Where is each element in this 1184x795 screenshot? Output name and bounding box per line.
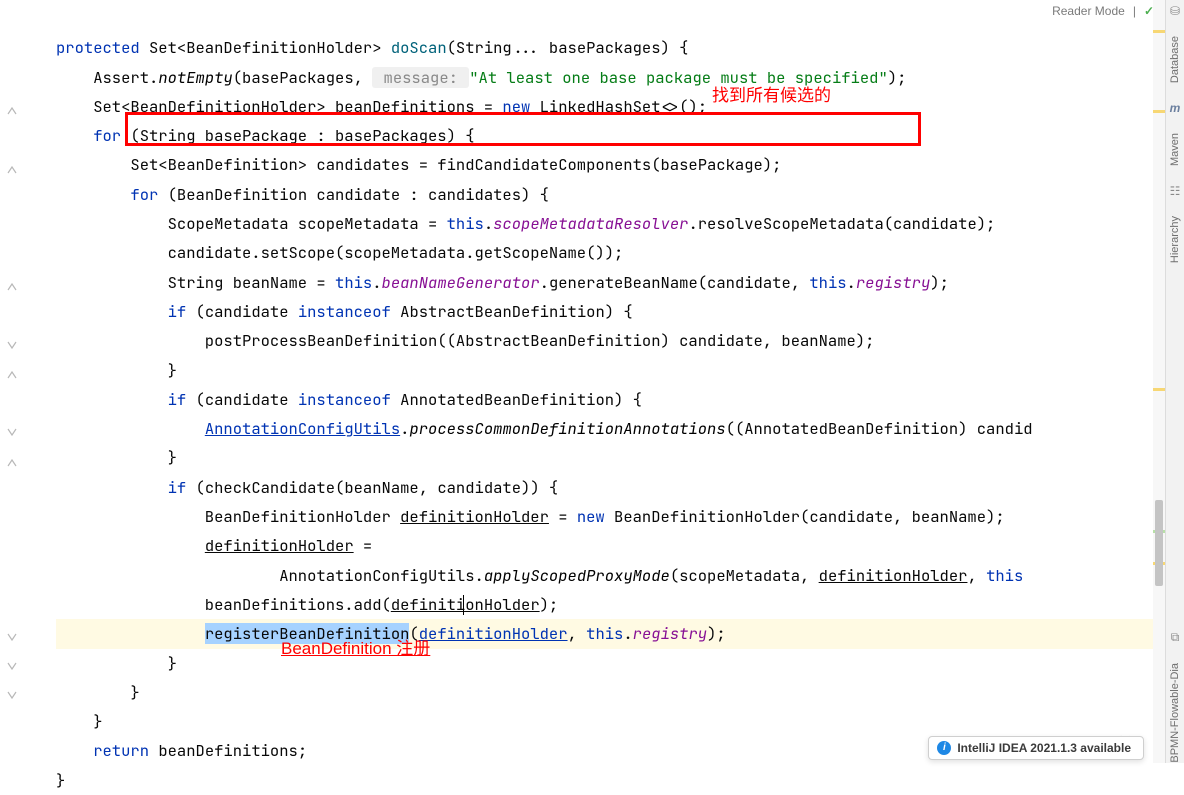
tab-bpmn[interactable]: BPMN-Flowable-Dia	[1169, 663, 1181, 763]
fold-icon[interactable]	[5, 101, 19, 115]
editor-gutter	[0, 0, 28, 763]
kw-protected: protected	[56, 37, 140, 58]
tab-maven[interactable]: Maven	[1169, 133, 1181, 166]
fold-icon[interactable]	[5, 453, 19, 467]
database-icon[interactable]: ⛁	[1168, 4, 1182, 18]
info-icon: i	[937, 741, 951, 755]
fold-icon[interactable]	[5, 657, 19, 671]
hierarchy-icon[interactable]: ☷	[1168, 184, 1182, 198]
current-line: registerBeanDefinition(definitionHolder,…	[56, 619, 1153, 648]
param-hint: message:	[372, 67, 469, 88]
annotation-find-candidates: 找到所有候选的	[712, 81, 831, 106]
fold-icon[interactable]	[5, 686, 19, 700]
fold-icon[interactable]	[5, 336, 19, 350]
fold-icon[interactable]	[5, 423, 19, 437]
scrollbar-thumb[interactable]	[1155, 500, 1163, 586]
update-notification[interactable]: i IntelliJ IDEA 2021.1.3 available	[928, 736, 1144, 760]
caret	[463, 595, 464, 615]
editor-scrollbar[interactable]	[1153, 0, 1165, 763]
annotation-box-find-candidates	[125, 112, 921, 146]
annotation-bean-def-register: BeanDefinition 注册	[281, 634, 430, 659]
tab-hierarchy[interactable]: Hierarchy	[1169, 216, 1181, 263]
link-annotation-config-utils[interactable]: AnnotationConfigUtils	[205, 418, 400, 439]
right-tool-strip: ⛁ Database m Maven ☷ Hierarchy ⧉ BPMN-Fl…	[1165, 0, 1184, 763]
fold-icon[interactable]	[5, 277, 19, 291]
maven-icon[interactable]: m	[1168, 101, 1182, 115]
fold-icon[interactable]	[5, 365, 19, 379]
tab-database[interactable]: Database	[1169, 36, 1181, 83]
fold-icon[interactable]	[5, 160, 19, 174]
update-text: IntelliJ IDEA 2021.1.3 available	[957, 741, 1131, 755]
bpmn-icon[interactable]: ⧉	[1168, 630, 1182, 645]
fold-icon[interactable]	[5, 628, 19, 642]
